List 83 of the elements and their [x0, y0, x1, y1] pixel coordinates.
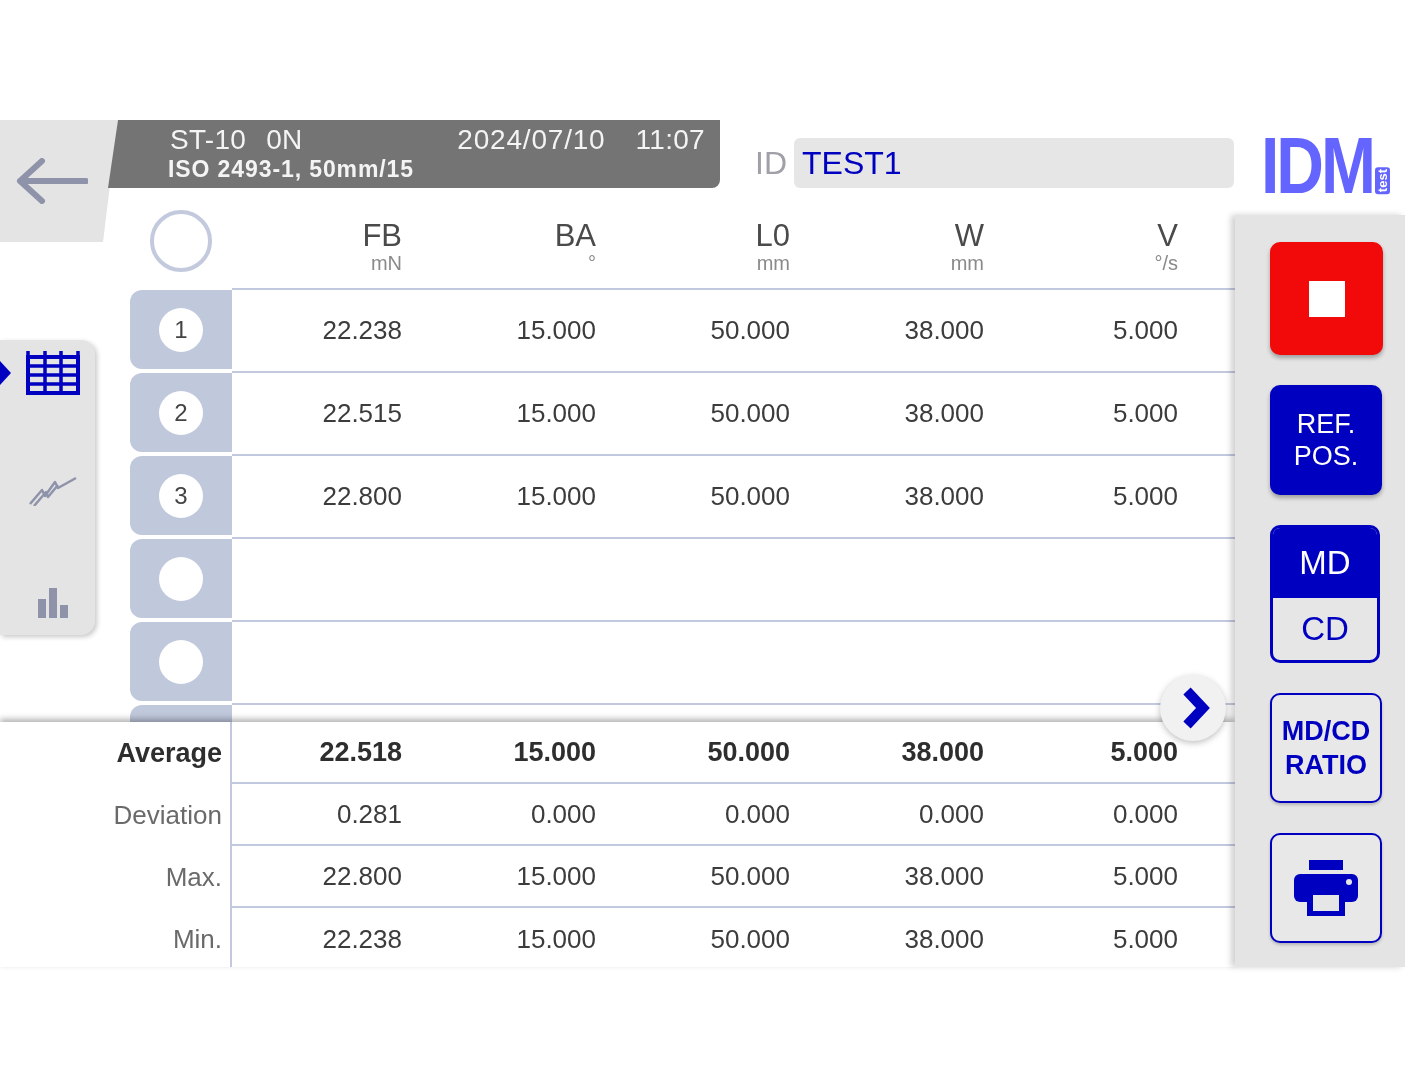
table-cell: 15.000 [516, 398, 596, 429]
logo-wordmark: IDM [1261, 133, 1373, 194]
stat-value: 0.000 [1112, 798, 1178, 830]
test-method: ISO 2493-1, 50mm/15 [168, 156, 414, 183]
table-cell: 5.000 [1112, 398, 1178, 429]
stat-value: 0.000 [724, 798, 790, 830]
column-unit: mN [370, 252, 402, 274]
stat-value: 5.000 [1112, 923, 1178, 955]
stat-value: 50.000 [710, 860, 790, 892]
stat-label: Max. [165, 861, 222, 893]
bar-chart-icon [38, 588, 68, 618]
empty-row-circle-icon [159, 556, 203, 601]
stat-value: 5.000 [1112, 860, 1178, 892]
table-cell: 15.000 [516, 481, 596, 512]
table-cell: 50.000 [710, 398, 790, 429]
empty-row-circle-icon [159, 639, 203, 684]
back-arrow-icon [16, 158, 88, 204]
column-name: FB [362, 220, 402, 252]
column-name: BA [554, 220, 596, 252]
toggle-option[interactable]: CD [1273, 598, 1377, 660]
column-unit: °/s [1154, 252, 1178, 274]
id-label: ID [755, 144, 787, 183]
printer-icon [1294, 860, 1358, 916]
back-button[interactable] [0, 120, 118, 242]
selection-marker-icon [0, 361, 11, 385]
table-cell: 22.515 [322, 398, 402, 429]
table-grid-icon [26, 351, 80, 395]
stat-value: 38.000 [904, 860, 984, 892]
stat-value: 38.000 [901, 736, 984, 768]
stat-value: 38.000 [904, 923, 984, 955]
logo-tagline: test [1375, 166, 1390, 194]
table-cell: 5.000 [1112, 315, 1178, 346]
column-unit: mm [950, 252, 984, 274]
date-text: 2024/07/10 [457, 123, 606, 156]
stat-value: 15.000 [516, 923, 596, 955]
row-number: 1 [159, 307, 203, 352]
stat-value: 0.281 [336, 798, 402, 830]
table-cell: 15.000 [516, 315, 596, 346]
time-text: 11:07 [635, 123, 705, 156]
row-tab[interactable]: 3 [130, 456, 232, 535]
table-cell: 50.000 [710, 315, 790, 346]
table-cell: 38.000 [904, 398, 984, 429]
row-tab[interactable] [130, 622, 232, 701]
table-cell: 22.800 [322, 481, 402, 512]
stat-value: 5.000 [1110, 736, 1178, 768]
row-number: 2 [159, 390, 203, 435]
table-cell: 38.000 [904, 315, 984, 346]
stat-value: 22.238 [322, 923, 402, 955]
toggle-option[interactable]: MD [1273, 528, 1377, 598]
stat-label: Average [116, 737, 222, 769]
table-cell: 50.000 [710, 481, 790, 512]
stat-label: Min. [172, 923, 222, 955]
stat-value: 22.518 [319, 736, 402, 768]
id-field[interactable]: TEST1 [794, 138, 1234, 188]
print-button[interactable] [1270, 833, 1382, 943]
chevron-right-icon [1181, 686, 1211, 730]
column-name: W [954, 220, 984, 252]
column-unit: ° [588, 252, 596, 274]
column-unit: mm [756, 252, 790, 274]
table-cell: 5.000 [1112, 481, 1178, 512]
ratio-button[interactable]: MD/CD RATIO [1270, 693, 1382, 803]
stat-value: 22.800 [322, 860, 402, 892]
stat-value: 0.000 [530, 798, 596, 830]
stat-value: 50.000 [710, 923, 790, 955]
force-reading: 0N [266, 123, 303, 156]
table-cell: 38.000 [904, 481, 984, 512]
stat-label: Deviation [113, 799, 222, 831]
ref-position-button[interactable]: REF. POS. [1270, 385, 1382, 495]
stop-button[interactable] [1270, 242, 1383, 355]
row-tab[interactable] [130, 539, 232, 618]
stat-value: 15.000 [516, 860, 596, 892]
row-tab[interactable]: 2 [130, 373, 232, 452]
row-number: 3 [159, 473, 203, 518]
stat-value: 50.000 [707, 736, 790, 768]
column-name: L0 [755, 220, 790, 252]
row-tab[interactable]: 1 [130, 290, 232, 369]
instrument-name: ST-10 [170, 123, 247, 156]
next-page-button[interactable] [1160, 675, 1226, 741]
stop-icon [1308, 280, 1345, 317]
stat-value: 15.000 [513, 736, 596, 768]
stat-value: 0.000 [918, 798, 984, 830]
table-cell: 22.238 [322, 315, 402, 346]
column-name: V [1157, 220, 1178, 252]
